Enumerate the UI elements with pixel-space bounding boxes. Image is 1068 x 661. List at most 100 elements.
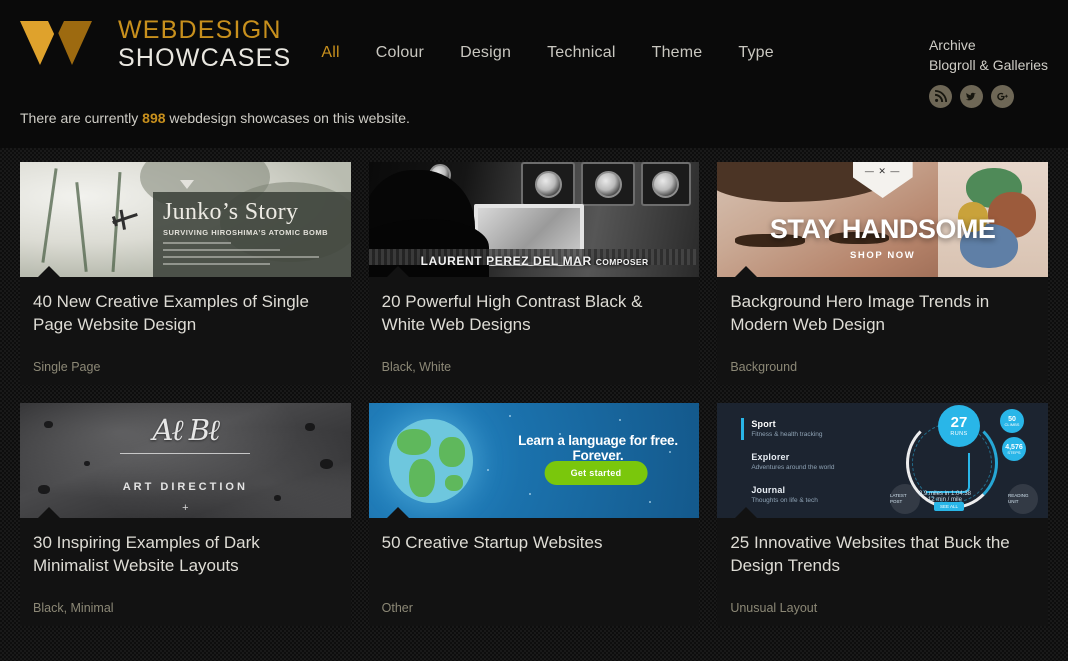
thumb-latest-post-circle: LATEST POST: [889, 484, 920, 514]
thumb-see-all-button[interactable]: SEE ALL: [933, 502, 964, 511]
counter-prefix: There are currently: [20, 110, 139, 126]
thumb-menu: Sport Fitness & health tracking Explorer…: [741, 418, 834, 518]
card-tag[interactable]: Black, White: [382, 360, 451, 374]
thumb-menu-item-sport: Sport Fitness & health tracking: [741, 418, 834, 440]
nav-item-technical[interactable]: Technical: [547, 44, 616, 62]
thumb-notch: [386, 266, 409, 277]
card-thumbnail[interactable]: LAURENT PEREZ DEL MAR COMPOSER: [368, 162, 700, 277]
card-title[interactable]: 50 Creative Startup Websites: [382, 531, 687, 554]
thumb-reading-unit-circle: READING UNIT: [1007, 484, 1038, 514]
blogroll-link[interactable]: Blogroll & Galleries: [929, 56, 1048, 76]
showcase-grid: Junko’s Story SURVIVING HIROSHIMA’S ATOM…: [20, 162, 1048, 626]
brand[interactable]: WEBDESIGN SHOWCASES: [20, 18, 291, 71]
thumb-speck: [304, 423, 315, 431]
showcase-card[interactable]: Junko’s Story SURVIVING HIROSHIMA’S ATOM…: [20, 162, 351, 385]
thumb-notch: [38, 507, 60, 518]
thumb-menu-item-journal: Journal Thoughts on life & tech: [751, 485, 834, 504]
card-tag[interactable]: Single Page: [33, 360, 100, 374]
thumb-text-line: [163, 242, 231, 244]
thumb-menu-title: Journal: [751, 485, 786, 495]
card-thumbnail[interactable]: Sport Fitness & health tracking Explorer…: [717, 403, 1048, 518]
thumb-speaker-cone: [534, 171, 562, 198]
thumb-landmass: [444, 475, 463, 491]
thumb-speck: [44, 421, 53, 428]
thumb-caption-name: LAURENT PEREZ DEL MAR: [420, 254, 592, 268]
card-title[interactable]: 30 Inspiring Examples of Dark Minimalist…: [33, 531, 338, 577]
thumb-text-line: [163, 249, 281, 251]
twitter-icon[interactable]: [959, 84, 983, 108]
archive-link[interactable]: Archive: [929, 36, 1048, 56]
thumb-speaker-cone: [651, 171, 679, 198]
thumb-landmass: [408, 459, 435, 497]
thumb-overlay-panel: Junko’s Story SURVIVING HIROSHIMA’S ATOM…: [153, 192, 351, 277]
thumb-subhead: SURVIVING HIROSHIMA’S ATOMIC BOMB: [163, 228, 328, 237]
thumb-runs-badge: 27 RUNS: [937, 405, 980, 447]
nav-item-all[interactable]: All: [321, 44, 339, 62]
thumb-runs-value: 27: [950, 413, 968, 431]
card-thumbnail[interactable]: Junko’s Story SURVIVING HIROSHIMA’S ATOM…: [20, 162, 351, 277]
counter-value: 898: [142, 110, 166, 126]
showcase-card[interactable]: — ✕ — STAY HANDSOME SHOP NOW Background …: [717, 162, 1048, 385]
card-tag[interactable]: Other: [382, 601, 413, 615]
card-thumbnail[interactable]: — ✕ — STAY HANDSOME SHOP NOW: [717, 162, 1048, 277]
thumb-star: [508, 415, 511, 417]
card-thumbnail[interactable]: Learn a language for free. Forever. Get …: [368, 403, 700, 518]
w-logo-icon: [20, 20, 102, 69]
card-title[interactable]: 20 Powerful High Contrast Black & White …: [382, 290, 687, 336]
card-tag[interactable]: Unusual Layout: [730, 601, 817, 615]
brand-line-webdesign: WEBDESIGN: [118, 16, 282, 44]
card-tag[interactable]: Background: [730, 360, 797, 374]
thumb-headline: Junko’s Story: [163, 199, 299, 225]
thumb-notch: [38, 266, 60, 277]
card-body: 40 New Creative Examples of Single Page …: [20, 277, 351, 385]
thumb-climbs-badge: 50 CLIMBS: [999, 409, 1024, 433]
thumb-steps-badge: 4,576 STEPS: [1001, 437, 1026, 461]
main-nav: All Colour Design Technical Theme Type: [321, 18, 774, 62]
thumb-menu-sub: Adventures around the world: [751, 464, 835, 471]
thumb-plus-icon: +: [182, 502, 189, 514]
thumb-menu-title: Explorer: [751, 452, 790, 462]
thumb-menu-title: Sport: [751, 419, 776, 429]
thumb-steps-label: STEPS: [1007, 449, 1021, 455]
google-plus-icon[interactable]: [990, 84, 1014, 108]
card-title[interactable]: 40 New Creative Examples of Single Page …: [33, 290, 338, 336]
showcase-card[interactable]: LAURENT PEREZ DEL MAR COMPOSER 20 Powerfu…: [368, 162, 700, 385]
thumb-notch: [386, 507, 409, 518]
thumb-caption-role: COMPOSER: [595, 257, 649, 267]
nav-item-type[interactable]: Type: [738, 44, 774, 62]
card-body: 25 Innovative Websites that Buck the Des…: [717, 518, 1048, 626]
nav-item-colour[interactable]: Colour: [376, 44, 424, 62]
thumb-headline: Learn a language for free. Forever.: [518, 433, 678, 463]
thumb-text-line: [163, 256, 320, 258]
card-body: 50 Creative Startup Websites Other: [369, 518, 700, 626]
card-body: 20 Powerful High Contrast Black & White …: [369, 277, 700, 385]
thumb-signature-underline: [120, 453, 251, 454]
card-thumbnail[interactable]: Aℓ Bℓ ART DIRECTION +: [20, 403, 351, 518]
rss-icon[interactable]: [928, 84, 952, 108]
site-header: WEBDESIGN SHOWCASES All Colour Design Te…: [0, 0, 1068, 148]
thumb-star: [486, 469, 489, 471]
thumb-landmass: [438, 437, 465, 467]
showcase-card[interactable]: Sport Fitness & health tracking Explorer…: [717, 403, 1048, 626]
thumb-star: [648, 501, 651, 503]
thumb-cta: SHOP NOW: [849, 250, 916, 261]
thumb-star: [618, 419, 621, 421]
card-title[interactable]: Background Hero Image Trends in Modern W…: [730, 290, 1035, 336]
thumb-get-started-button[interactable]: Get started: [544, 461, 648, 485]
card-tag[interactable]: Black, Minimal: [33, 601, 114, 615]
showcase-card[interactable]: Aℓ Bℓ ART DIRECTION + 30 Inspiring Examp…: [20, 403, 351, 626]
showcase-card[interactable]: Learn a language for free. Forever. Get …: [368, 403, 700, 626]
thumb-menu-sub: Fitness & health tracking: [751, 431, 823, 438]
card-body: Background Hero Image Trends in Modern W…: [717, 277, 1048, 385]
thumb-speck: [84, 461, 90, 466]
thumb-landmass: [396, 429, 431, 455]
card-title[interactable]: 25 Innovative Websites that Buck the Des…: [730, 531, 1035, 577]
brand-line-showcases: SHOWCASES: [118, 44, 292, 72]
social-links: [928, 84, 1048, 108]
thumb-menu-item-explorer: Explorer Adventures around the world: [751, 452, 834, 471]
thumb-triangle-marker: [180, 180, 194, 189]
nav-item-theme[interactable]: Theme: [652, 44, 703, 62]
showcase-counter: There are currently 898 webdesign showca…: [20, 110, 410, 126]
thumb-runs-label: RUNS: [950, 430, 968, 437]
nav-item-design[interactable]: Design: [460, 44, 511, 62]
